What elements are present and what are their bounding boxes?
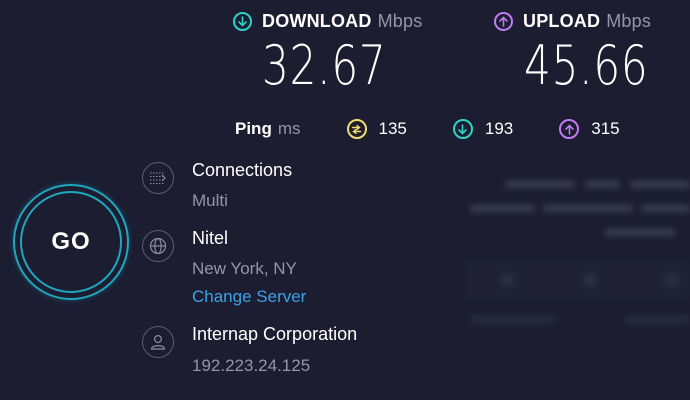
- upload-unit: Mbps: [606, 11, 652, 31]
- download-value: 32.67: [262, 34, 387, 97]
- download-label: DOWNLOAD: [262, 11, 372, 31]
- idle-latency-icon: [346, 119, 367, 139]
- connections-title: Connections: [192, 160, 293, 180]
- download-latency-icon: [452, 119, 473, 139]
- ping-row: Ping ms 135 193 315: [235, 119, 620, 139]
- ping-label: Ping: [235, 119, 272, 138]
- ping-upload: 315: [559, 119, 620, 139]
- upload-latency-icon: [559, 119, 580, 139]
- change-server-link[interactable]: Change Server: [192, 287, 306, 307]
- download-unit: Mbps: [377, 11, 423, 31]
- upload-value: 45.66: [524, 34, 649, 97]
- connections-value[interactable]: Multi: [192, 191, 228, 211]
- provider-ip: 192.223.24.125: [192, 356, 311, 375]
- connections-icon[interactable]: [142, 162, 174, 194]
- user-icon: [142, 326, 174, 358]
- download-arrow-icon: [233, 12, 252, 31]
- server-name: Nitel: [192, 228, 229, 248]
- ping-unit: ms: [277, 119, 301, 138]
- blurred-ad-panel: [455, 160, 690, 340]
- download-header: DOWNLOAD Mbps: [233, 11, 422, 32]
- server-location: New York, NY: [192, 259, 297, 278]
- upload-label: UPLOAD: [523, 11, 601, 31]
- go-button[interactable]: GO: [13, 184, 129, 300]
- ping-upload-value: 315: [591, 119, 620, 138]
- ping-idle: 135: [346, 119, 407, 139]
- go-button-label[interactable]: GO: [20, 191, 122, 293]
- ping-idle-value: 135: [378, 119, 407, 138]
- upload-arrow-icon: [494, 12, 513, 31]
- ping-download: 193: [452, 119, 514, 139]
- upload-header: UPLOAD Mbps: [494, 11, 651, 32]
- globe-icon: [142, 230, 174, 262]
- ping-download-value: 193: [484, 119, 514, 138]
- provider-name: Internap Corporation: [192, 324, 358, 344]
